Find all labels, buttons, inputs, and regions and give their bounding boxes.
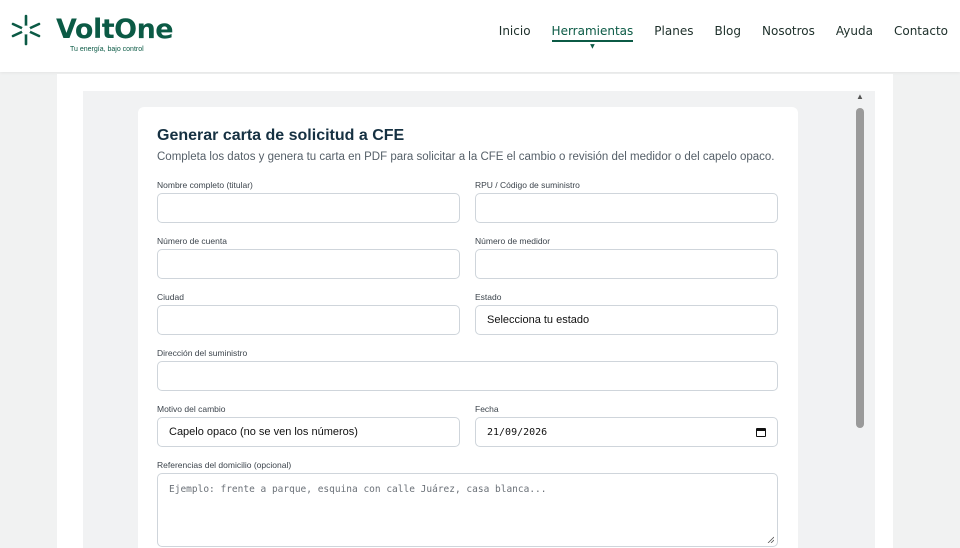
form-subtitle: Completa los datos y genera tu carta en … bbox=[157, 151, 775, 163]
nav-item-ayuda[interactable]: Ayuda bbox=[836, 24, 873, 38]
rpu-input[interactable] bbox=[475, 193, 778, 223]
direccion-label: Dirección del suministro bbox=[157, 348, 248, 358]
resize-handle-icon[interactable] bbox=[767, 536, 774, 543]
brand-logo[interactable]: VoltOne Tu energía, bajo control bbox=[8, 10, 178, 60]
direccion-input[interactable] bbox=[157, 361, 778, 391]
cuenta-input[interactable] bbox=[157, 249, 460, 279]
site-header: VoltOne Tu energía, bajo control Inicio … bbox=[0, 0, 960, 72]
nav-item-contacto[interactable]: Contacto bbox=[894, 24, 948, 38]
nav-item-nosotros[interactable]: Nosotros bbox=[762, 24, 815, 38]
brand-tagline: Tu energía, bajo control bbox=[70, 46, 144, 53]
nav-item-herramientas[interactable]: Herramientas ▼ bbox=[551, 24, 634, 50]
fecha-value: 21/09/2026 bbox=[487, 426, 548, 438]
motivo-select[interactable]: Capelo opaco (no se ven los números) bbox=[157, 417, 460, 447]
triangle-up-icon[interactable]: ▲ bbox=[855, 93, 865, 101]
nav-item-blog[interactable]: Blog bbox=[714, 24, 741, 38]
form-title: Generar carta de solicitud a CFE bbox=[157, 127, 405, 144]
ciudad-label: Ciudad bbox=[157, 292, 184, 302]
referencias-textarea[interactable]: Ejemplo: frente a parque, esquina con ca… bbox=[157, 473, 778, 547]
nombre-label: Nombre completo (titular) bbox=[157, 180, 253, 190]
medidor-label: Número de medidor bbox=[475, 236, 551, 246]
rpu-label: RPU / Código de suministro bbox=[475, 180, 580, 190]
nav-item-planes[interactable]: Planes bbox=[654, 24, 693, 38]
cuenta-label: Número de cuenta bbox=[157, 236, 227, 246]
motivo-label: Motivo del cambio bbox=[157, 404, 226, 414]
dropdown-indicator-icon: ▼ bbox=[590, 43, 595, 50]
nav-item-label: Herramientas bbox=[551, 24, 634, 38]
brand-name: VoltOne bbox=[56, 14, 174, 45]
ciudad-input[interactable] bbox=[157, 305, 460, 335]
sparkle-burst-icon bbox=[11, 14, 41, 46]
nav-item-inicio[interactable]: Inicio bbox=[499, 24, 531, 38]
referencias-placeholder: Ejemplo: frente a parque, esquina con ca… bbox=[169, 484, 547, 495]
calendar-icon[interactable] bbox=[756, 428, 766, 437]
fecha-label: Fecha bbox=[475, 404, 499, 414]
nombre-input[interactable] bbox=[157, 193, 460, 223]
referencias-label: Referencias del domicilio (opcional) bbox=[157, 460, 292, 470]
scrollbar-thumb[interactable] bbox=[856, 108, 864, 428]
fecha-input[interactable]: 21/09/2026 bbox=[475, 417, 778, 447]
main-nav: Inicio Herramientas ▼ Planes Blog Nosotro… bbox=[478, 24, 948, 50]
estado-label: Estado bbox=[475, 292, 502, 302]
medidor-input[interactable] bbox=[475, 249, 778, 279]
estado-select[interactable]: Selecciona tu estado bbox=[475, 305, 778, 335]
